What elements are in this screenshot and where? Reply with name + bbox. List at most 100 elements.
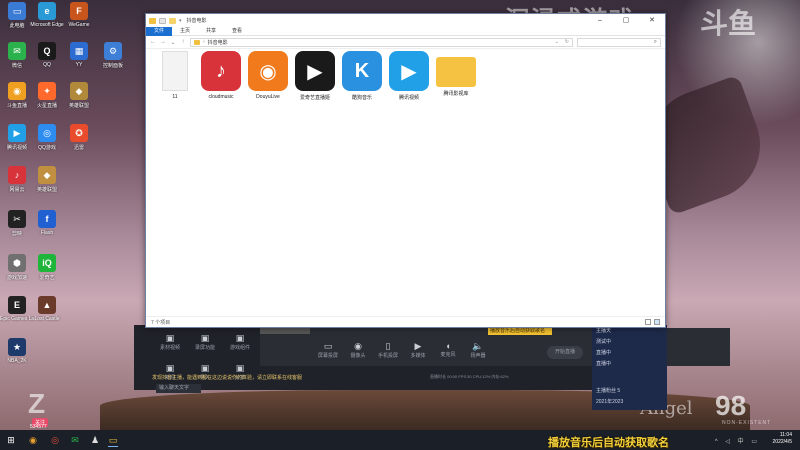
- desktop-icon[interactable]: ✂ 剪映: [0, 210, 34, 237]
- song-toast: 播放音乐后自动获取歌名: [488, 328, 552, 335]
- tool-label: 摄像头: [350, 353, 366, 359]
- chat-input[interactable]: 输入聊天文字: [156, 384, 201, 393]
- desktop-icon[interactable]: ⚙ 控制面板: [96, 42, 130, 69]
- explorer-taskbar-icon[interactable]: ▭: [106, 433, 120, 447]
- tool-icon: ▣: [200, 363, 210, 373]
- side-panel-item[interactable]: 2021年2023: [592, 396, 667, 407]
- folder-icon: [436, 57, 476, 87]
- desktop-icon[interactable]: ⬢ 游戏加速: [0, 254, 34, 281]
- file-name: 酷狗音乐: [351, 95, 372, 101]
- details-view-icon[interactable]: [645, 319, 651, 325]
- side-panel-item[interactable]: 主播粉丝 5: [592, 385, 667, 396]
- file-name: DouyuLive: [256, 94, 280, 100]
- desktop-icon[interactable]: f Flash: [30, 210, 64, 236]
- desktop-icon[interactable]: ◆ 英雄联盟: [62, 82, 96, 109]
- desktop-icon[interactable]: iQ 爱奇艺: [30, 254, 64, 281]
- desktop-icon-label: 迅雷: [73, 145, 84, 151]
- up-arrow-icon[interactable]: ↑: [180, 39, 186, 45]
- ribbon-tabs: 文件 主页 共享 查看: [146, 26, 665, 36]
- app-icon: ✂: [8, 210, 26, 228]
- desktop-icon[interactable]: ▲ Lost Castle: [30, 296, 64, 322]
- system-tray-icons[interactable]: ^ ◁ 中 ▭: [715, 436, 760, 445]
- qq-taskbar-icon[interactable]: ♟: [88, 433, 102, 447]
- desktop-icon[interactable]: ◆ 英雄联盟: [30, 166, 64, 193]
- side-panel-item[interactable]: 直播中: [592, 347, 667, 358]
- desktop-icon[interactable]: ✦ 火星直播: [30, 82, 64, 109]
- desktop-icon-label: 此电脑: [9, 23, 25, 29]
- file-item[interactable]: 腾讯影视库: [431, 51, 481, 97]
- forward-arrow-icon[interactable]: →: [160, 39, 166, 45]
- new-folder-icon[interactable]: [169, 17, 176, 24]
- address-dropdown-icon[interactable]: ⌄: [555, 39, 562, 45]
- clock[interactable]: 11:04 2022/4/5: [773, 432, 792, 446]
- wechat-taskbar-icon[interactable]: ✉: [68, 433, 82, 447]
- streamer-badge: Z: [28, 388, 46, 419]
- file-name: 11: [172, 94, 178, 100]
- refresh-icon[interactable]: ↻: [565, 39, 572, 45]
- stream-left-button[interactable]: ▣ 录屏功能: [185, 333, 225, 351]
- file-item[interactable]: K 酷狗音乐: [337, 51, 387, 101]
- desktop-icon[interactable]: ✪ 迅雷: [62, 124, 96, 151]
- file-explorer-window: ▾ 抖音电影 – ▢ ✕ 文件 主页 共享 查看 ← → ⌄ ↑ › 抖音电影 …: [145, 13, 666, 328]
- desktop-icon-label: YY: [75, 62, 83, 68]
- dropdown-icon[interactable]: ▾: [179, 18, 182, 24]
- file-item[interactable]: ◉ DouyuLive: [243, 51, 293, 100]
- desktop-icon-label: WeGame: [68, 22, 90, 28]
- close-button[interactable]: ✕: [639, 14, 665, 27]
- desktop-icon[interactable]: E Epic Games Launcher: [0, 296, 34, 322]
- stream-left-button[interactable]: ▣ 游戏组件: [220, 333, 260, 351]
- tab-file[interactable]: 文件: [146, 26, 173, 36]
- file-item[interactable]: ▶ 腾讯视频: [384, 51, 434, 101]
- stream-notice: 发现抖音主播，能遇到都在这边说说你的体验，请立即联系在线客服: [152, 375, 303, 381]
- stream-stats: 直播时长 00:00 FPS:30 CPU:12% 内存:62%: [430, 374, 509, 379]
- app-icon: F: [70, 2, 88, 20]
- back-arrow-icon[interactable]: ←: [150, 39, 156, 45]
- tab-home[interactable]: 主页: [172, 27, 198, 36]
- address-folder-icon: [194, 39, 200, 45]
- desktop-icon[interactable]: F WeGame: [62, 2, 96, 28]
- windows-start-icon[interactable]: ⊞: [4, 433, 18, 447]
- recent-chevron-icon[interactable]: ⌄: [170, 39, 176, 46]
- desktop-icon[interactable]: ▦ YY: [62, 42, 96, 68]
- desktop-icon[interactable]: ◉ 斗鱼直播: [0, 82, 34, 109]
- desktop-icon[interactable]: ◎ QQ游戏: [30, 124, 64, 151]
- tab-share[interactable]: 共享: [198, 27, 224, 36]
- tool-icon: ▣: [200, 333, 210, 343]
- clock-time: 11:04: [779, 432, 792, 438]
- app-icon: ▶: [295, 51, 335, 91]
- tool-label: 素材视频: [159, 345, 180, 351]
- chrome-taskbar-icon[interactable]: ◎: [48, 433, 62, 447]
- desktop-icon-label: 剪映: [11, 231, 22, 237]
- file-item[interactable]: ▶ 爱奇艺直播姬: [290, 51, 340, 101]
- desktop-icon-label: Microsoft Edge: [30, 22, 64, 28]
- start-live-button[interactable]: 开始直播: [547, 346, 583, 359]
- stream-left-button[interactable]: ▣ 素材视频: [150, 333, 190, 351]
- side-panel-item[interactable]: 测试中: [592, 336, 667, 347]
- app-icon: ▭: [8, 2, 26, 20]
- file-item[interactable]: ♪ cloudmusic: [196, 51, 246, 100]
- obs-taskbar-icon[interactable]: ◉: [26, 433, 40, 447]
- tab-view[interactable]: 查看: [224, 27, 250, 36]
- clock-date: 2022/4/5: [772, 439, 792, 445]
- desktop-icon[interactable]: ★ NBA_2K: [0, 338, 34, 364]
- file-item[interactable]: 11: [150, 51, 200, 100]
- minimize-button[interactable]: –: [587, 14, 613, 27]
- maximize-button[interactable]: ▢: [613, 14, 639, 27]
- app-icon: ◎: [38, 124, 56, 142]
- address-bar[interactable]: › 抖音电影 ⌄ ↻: [190, 37, 573, 47]
- desktop-icon-label: Flash: [40, 230, 54, 236]
- stream-tool-button[interactable]: 🔈 扬声器: [458, 341, 498, 359]
- desktop-icon[interactable]: Q QQ: [30, 42, 64, 68]
- tool-label: 麦克风: [440, 352, 456, 358]
- desktop-icon[interactable]: ▭ 此电脑: [0, 2, 34, 29]
- search-input[interactable]: ⌕: [577, 37, 661, 47]
- desktop-icon[interactable]: e Microsoft Edge: [30, 2, 64, 28]
- app-icon: ▦: [70, 42, 88, 60]
- properties-icon[interactable]: [159, 17, 166, 24]
- side-panel-item[interactable]: 直播中: [592, 358, 667, 369]
- desktop-icon[interactable]: ♪ 网易云: [0, 166, 34, 193]
- desktop-icon[interactable]: ✉ 微信: [0, 42, 34, 69]
- tool-icon: ▣: [165, 363, 175, 373]
- large-icons-view-icon[interactable]: [654, 319, 660, 325]
- desktop-icon[interactable]: ▶ 腾讯视频: [0, 124, 34, 151]
